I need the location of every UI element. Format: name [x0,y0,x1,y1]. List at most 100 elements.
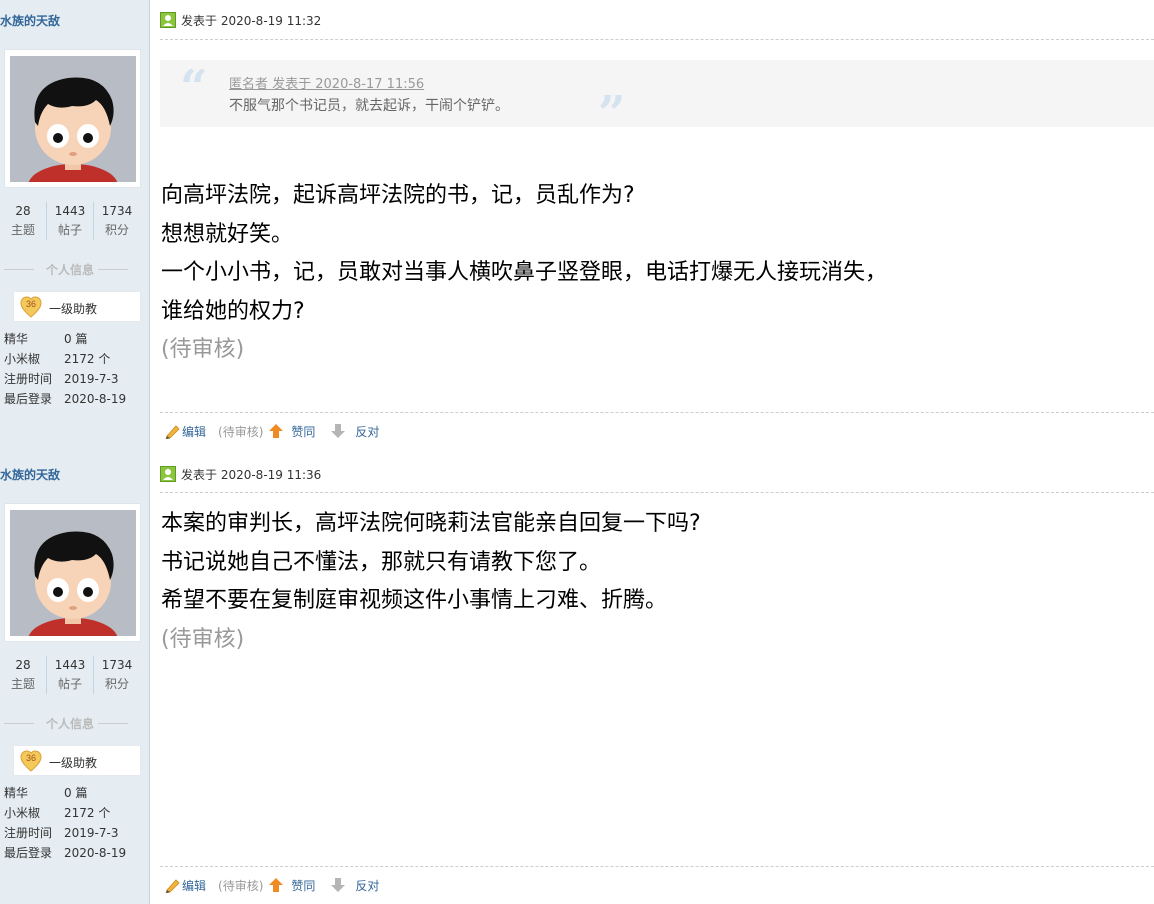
post: 水族的天敌 28 主题 1443 帖子 1734 积分 个人信息 36 一级助教… [0,0,1154,454]
post-content: 发表于 2020-8-19 11:32 “ 匿名者 发表于 2020-8-17 … [160,0,1154,454]
stat-value: 28 [15,658,31,672]
action-pending-status: (待审核) [218,878,264,893]
post-content: 发表于 2020-8-19 11:36 本案的审判长，高坪法院何晓莉法官能亲自回… [160,454,1154,904]
quote-block: “ 匿名者 发表于 2020-8-17 11:56 不服气那个书记员，就去起诉，… [160,60,1154,138]
arrow-up-icon[interactable] [267,423,285,439]
info-row: 注册时间 2019-7-3 [4,823,144,843]
quote-author-link[interactable]: 匿名者 发表于 2020-8-17 11:56 [229,73,424,92]
profile-info: 精华 0 篇 小米椒 2172 个 注册时间 2019-7-3 最后登录 2020-8-… [4,329,144,409]
info-key: 精华 [4,332,29,346]
post-actions: 编辑 (待审核) 赞同 反对 [164,421,379,441]
pencil-icon [165,425,180,439]
info-value: 2019-7-3 [64,826,119,840]
profile-section-title: 个人信息 [0,261,140,278]
avatar[interactable] [4,503,141,642]
info-key: 最后登录 [4,392,53,406]
divider [160,492,1154,493]
user-online-icon [160,12,176,28]
post-date: 发表于 2020-8-19 11:32 [181,13,322,28]
info-value: 2019-7-3 [64,372,119,386]
svg-text:36: 36 [26,299,36,309]
stat-value: 28 [15,204,31,218]
arrow-down-icon[interactable] [329,423,347,439]
stat-points[interactable]: 1734 积分 [94,656,140,694]
pending-status: (待审核) [161,626,245,652]
info-key: 注册时间 [4,372,53,386]
info-row: 小米椒 2172 个 [4,803,144,823]
info-value: 2020-8-19 [64,392,127,406]
stat-posts[interactable]: 1443 帖子 [47,202,94,240]
body-line: 向高坪法院，起诉高坪法院的书，记，员乱作为? [161,183,635,208]
stat-value: 1443 [54,658,86,672]
arrow-up-icon[interactable] [267,877,285,893]
avatar[interactable] [4,49,141,188]
pencil-icon [165,879,180,893]
svg-text:36: 36 [26,753,36,763]
info-key: 小米椒 [4,352,41,366]
author-name-link[interactable]: 水族的天敌 [0,12,60,29]
info-value: 2020-8-19 [64,846,127,860]
rank-box: 36 一级助教 [13,745,141,776]
stat-label: 帖子 [57,677,82,691]
downvote-button[interactable]: 反对 [355,423,379,440]
upvote-button[interactable]: 赞同 [291,423,315,440]
info-row: 精华 0 篇 [4,783,144,803]
arrow-down-icon[interactable] [329,877,347,893]
info-row: 最后登录 2020-8-19 [4,843,144,863]
info-row: 注册时间 2019-7-3 [4,369,144,389]
post-body: 向高坪法院，起诉高坪法院的书，记，员乱作为? 想想就好笑。 一个小小书，记，员敢… [161,177,887,370]
stat-label: 积分 [104,677,129,691]
body-line: 一个小小书，记，员敢对当事人横吹鼻子竖登眼，电话打爆无人接玩消失， [161,260,888,285]
info-row: 精华 0 篇 [4,329,144,349]
avatar-image [10,56,136,182]
stat-points[interactable]: 1734 积分 [94,202,140,240]
rank-badge-icon: 36 [20,296,42,318]
post-body: 本案的审判长，高坪法院何晓莉法官能亲自回复一下吗? 书记说她自己不懂法，那就只有… [161,505,701,659]
post-date: 发表于 2020-8-19 11:36 [181,467,322,482]
downvote-button[interactable]: 反对 [355,877,379,894]
avatar-image [10,510,136,636]
rank-title: 一级助教 [49,302,98,316]
rank-badge-icon: 36 [20,750,42,772]
info-key: 注册时间 [4,826,53,840]
info-value: 0 篇 [64,332,88,346]
author-stats: 28 主题 1443 帖子 1734 积分 [0,656,140,694]
info-value: 2172 个 [64,352,111,366]
rank-box: 36 一级助教 [13,291,141,322]
action-pending-status: (待审核) [218,424,264,439]
divider [160,39,1154,40]
quote-open-icon: “ [180,60,208,116]
edit-button[interactable]: 编辑 [182,877,206,894]
body-line: 谁给她的权力? [161,298,305,324]
stat-label: 积分 [104,223,129,237]
author-stats: 28 主题 1443 帖子 1734 积分 [0,202,140,240]
body-line: 本案的审判长，高坪法院何晓莉法官能亲自回复一下吗? [161,511,701,536]
quote-text: 不服气那个书记员，就去起诉，干闹个铲铲。 [229,98,509,114]
post: 水族的天敌 28 主题 1443 帖子 1734 积分 个人信息 36 一级助教… [0,454,1154,904]
info-value: 2172 个 [64,806,111,820]
info-key: 精华 [4,786,29,800]
body-line: 书记说她自己不懂法，那就只有请教下您了。 [161,549,602,575]
quote-close-icon: ” [598,86,626,142]
stat-label: 帖子 [57,223,82,237]
divider [160,412,1154,413]
profile-section-title: 个人信息 [0,715,140,732]
author-name-link[interactable]: 水族的天敌 [0,466,60,483]
stat-label: 主题 [10,223,35,237]
stat-threads[interactable]: 28 主题 [0,656,47,694]
stat-posts[interactable]: 1443 帖子 [47,656,94,694]
author-sidebar: 水族的天敌 28 主题 1443 帖子 1734 积分 个人信息 36 一级助教… [0,454,150,904]
info-key: 小米椒 [4,806,41,820]
user-online-icon [160,466,176,482]
author-sidebar: 水族的天敌 28 主题 1443 帖子 1734 积分 个人信息 36 一级助教… [0,0,150,454]
info-value: 0 篇 [64,786,88,800]
stat-value: 1734 [101,204,133,218]
edit-button[interactable]: 编辑 [182,423,206,440]
post-actions: 编辑 (待审核) 赞同 反对 [164,875,379,895]
rank-title: 一级助教 [49,756,98,770]
stat-value: 1443 [54,204,86,218]
stat-label: 主题 [10,677,35,691]
stat-threads[interactable]: 28 主题 [0,202,47,240]
body-line: 希望不要在复制庭审视频这件小事情上刁难、折腾。 [161,588,668,613]
upvote-button[interactable]: 赞同 [291,877,315,894]
